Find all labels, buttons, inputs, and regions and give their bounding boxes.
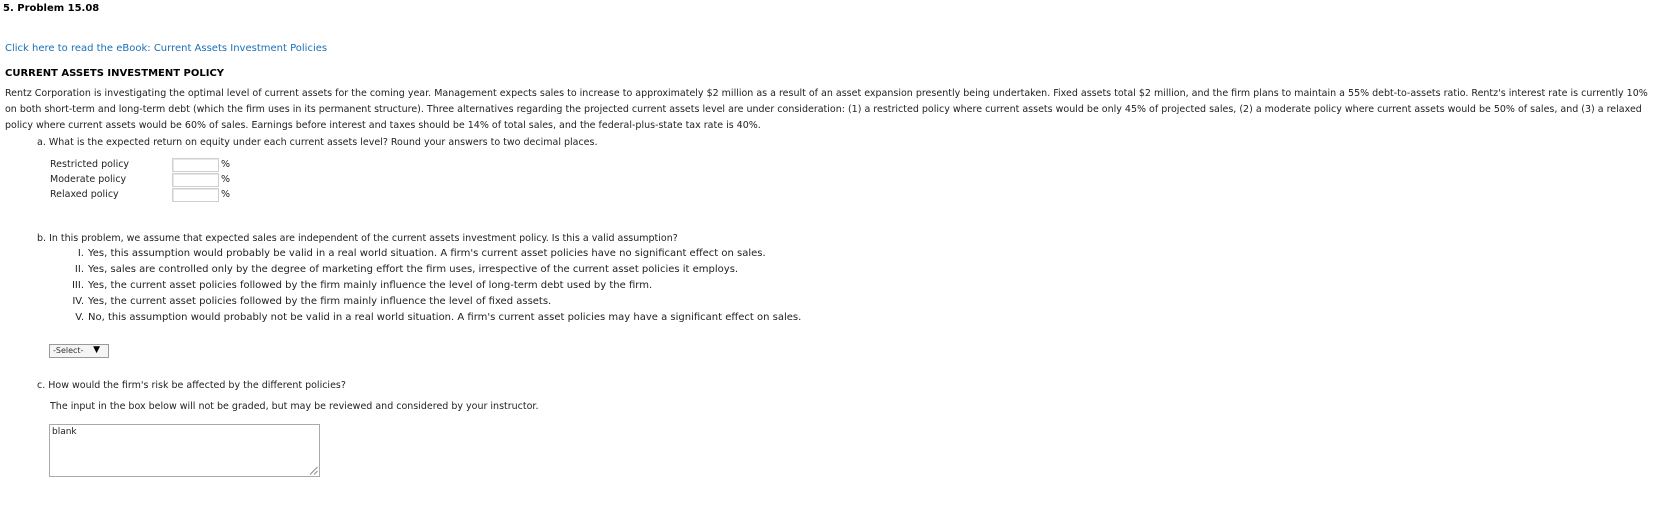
- resize-grip-icon[interactable]: [309, 466, 318, 475]
- option-number: II.: [74, 264, 84, 275]
- option-item: III. Yes, the current asset policies foll…: [50, 280, 652, 291]
- percent-unit: %: [221, 174, 231, 185]
- answer-label: Relaxed policy: [50, 189, 119, 200]
- section-heading: CURRENT ASSETS INVESTMENT POLICY: [5, 68, 225, 79]
- answer-label: Restricted policy: [50, 159, 130, 170]
- percent-unit: %: [221, 189, 231, 200]
- option-text: No, this assumption would probably not b…: [88, 312, 802, 323]
- risk-answer-textarea[interactable]: blank: [49, 424, 320, 477]
- option-item: V. No, this assumption would probably not…: [50, 312, 801, 323]
- option-text: Yes, this assumption would probably be v…: [88, 248, 766, 259]
- part-b-question: b. In this problem, we assume that expec…: [37, 233, 678, 244]
- triangle-down-icon: ▼: [93, 345, 100, 355]
- option-item: I. Yes, this assumption would probably be…: [50, 248, 766, 259]
- relaxed-policy-input[interactable]: [172, 188, 219, 202]
- textarea-value: blank: [52, 427, 77, 437]
- option-number: IV.: [72, 296, 84, 307]
- option-number: III.: [71, 280, 84, 291]
- moderate-policy-input[interactable]: [172, 173, 219, 187]
- option-number: I.: [77, 248, 84, 259]
- ebook-link[interactable]: Click here to read the eBook: Current As…: [5, 43, 327, 54]
- option-number: V.: [75, 312, 84, 323]
- option-item: II. Yes, sales are controlled only by the…: [50, 264, 738, 275]
- option-item: IV. Yes, the current asset policies follo…: [50, 296, 551, 307]
- percent-unit: %: [221, 159, 231, 170]
- restricted-policy-input[interactable]: [172, 158, 219, 172]
- part-c-note: The input in the box below will not be g…: [50, 401, 539, 412]
- problem-title: 5. Problem 15.08: [3, 3, 100, 14]
- option-text: Yes, sales are controlled only by the de…: [88, 264, 739, 275]
- part-c-question: c. How would the firm's risk be affected…: [37, 380, 346, 391]
- option-text: Yes, the current asset policies followed…: [88, 296, 552, 307]
- answer-select[interactable]: -Select- ▼: [49, 344, 109, 358]
- select-value: -Select-: [53, 346, 84, 355]
- problem-intro: Rentz Corporation is investigating the o…: [5, 88, 1648, 131]
- problem-page: 5. Problem 15.08 Click here to read the …: [0, 0, 1662, 515]
- option-text: Yes, the current asset policies followed…: [88, 280, 653, 291]
- part-a-question: a. What is the expected return on equity…: [37, 137, 598, 148]
- answer-label: Moderate policy: [50, 174, 127, 185]
